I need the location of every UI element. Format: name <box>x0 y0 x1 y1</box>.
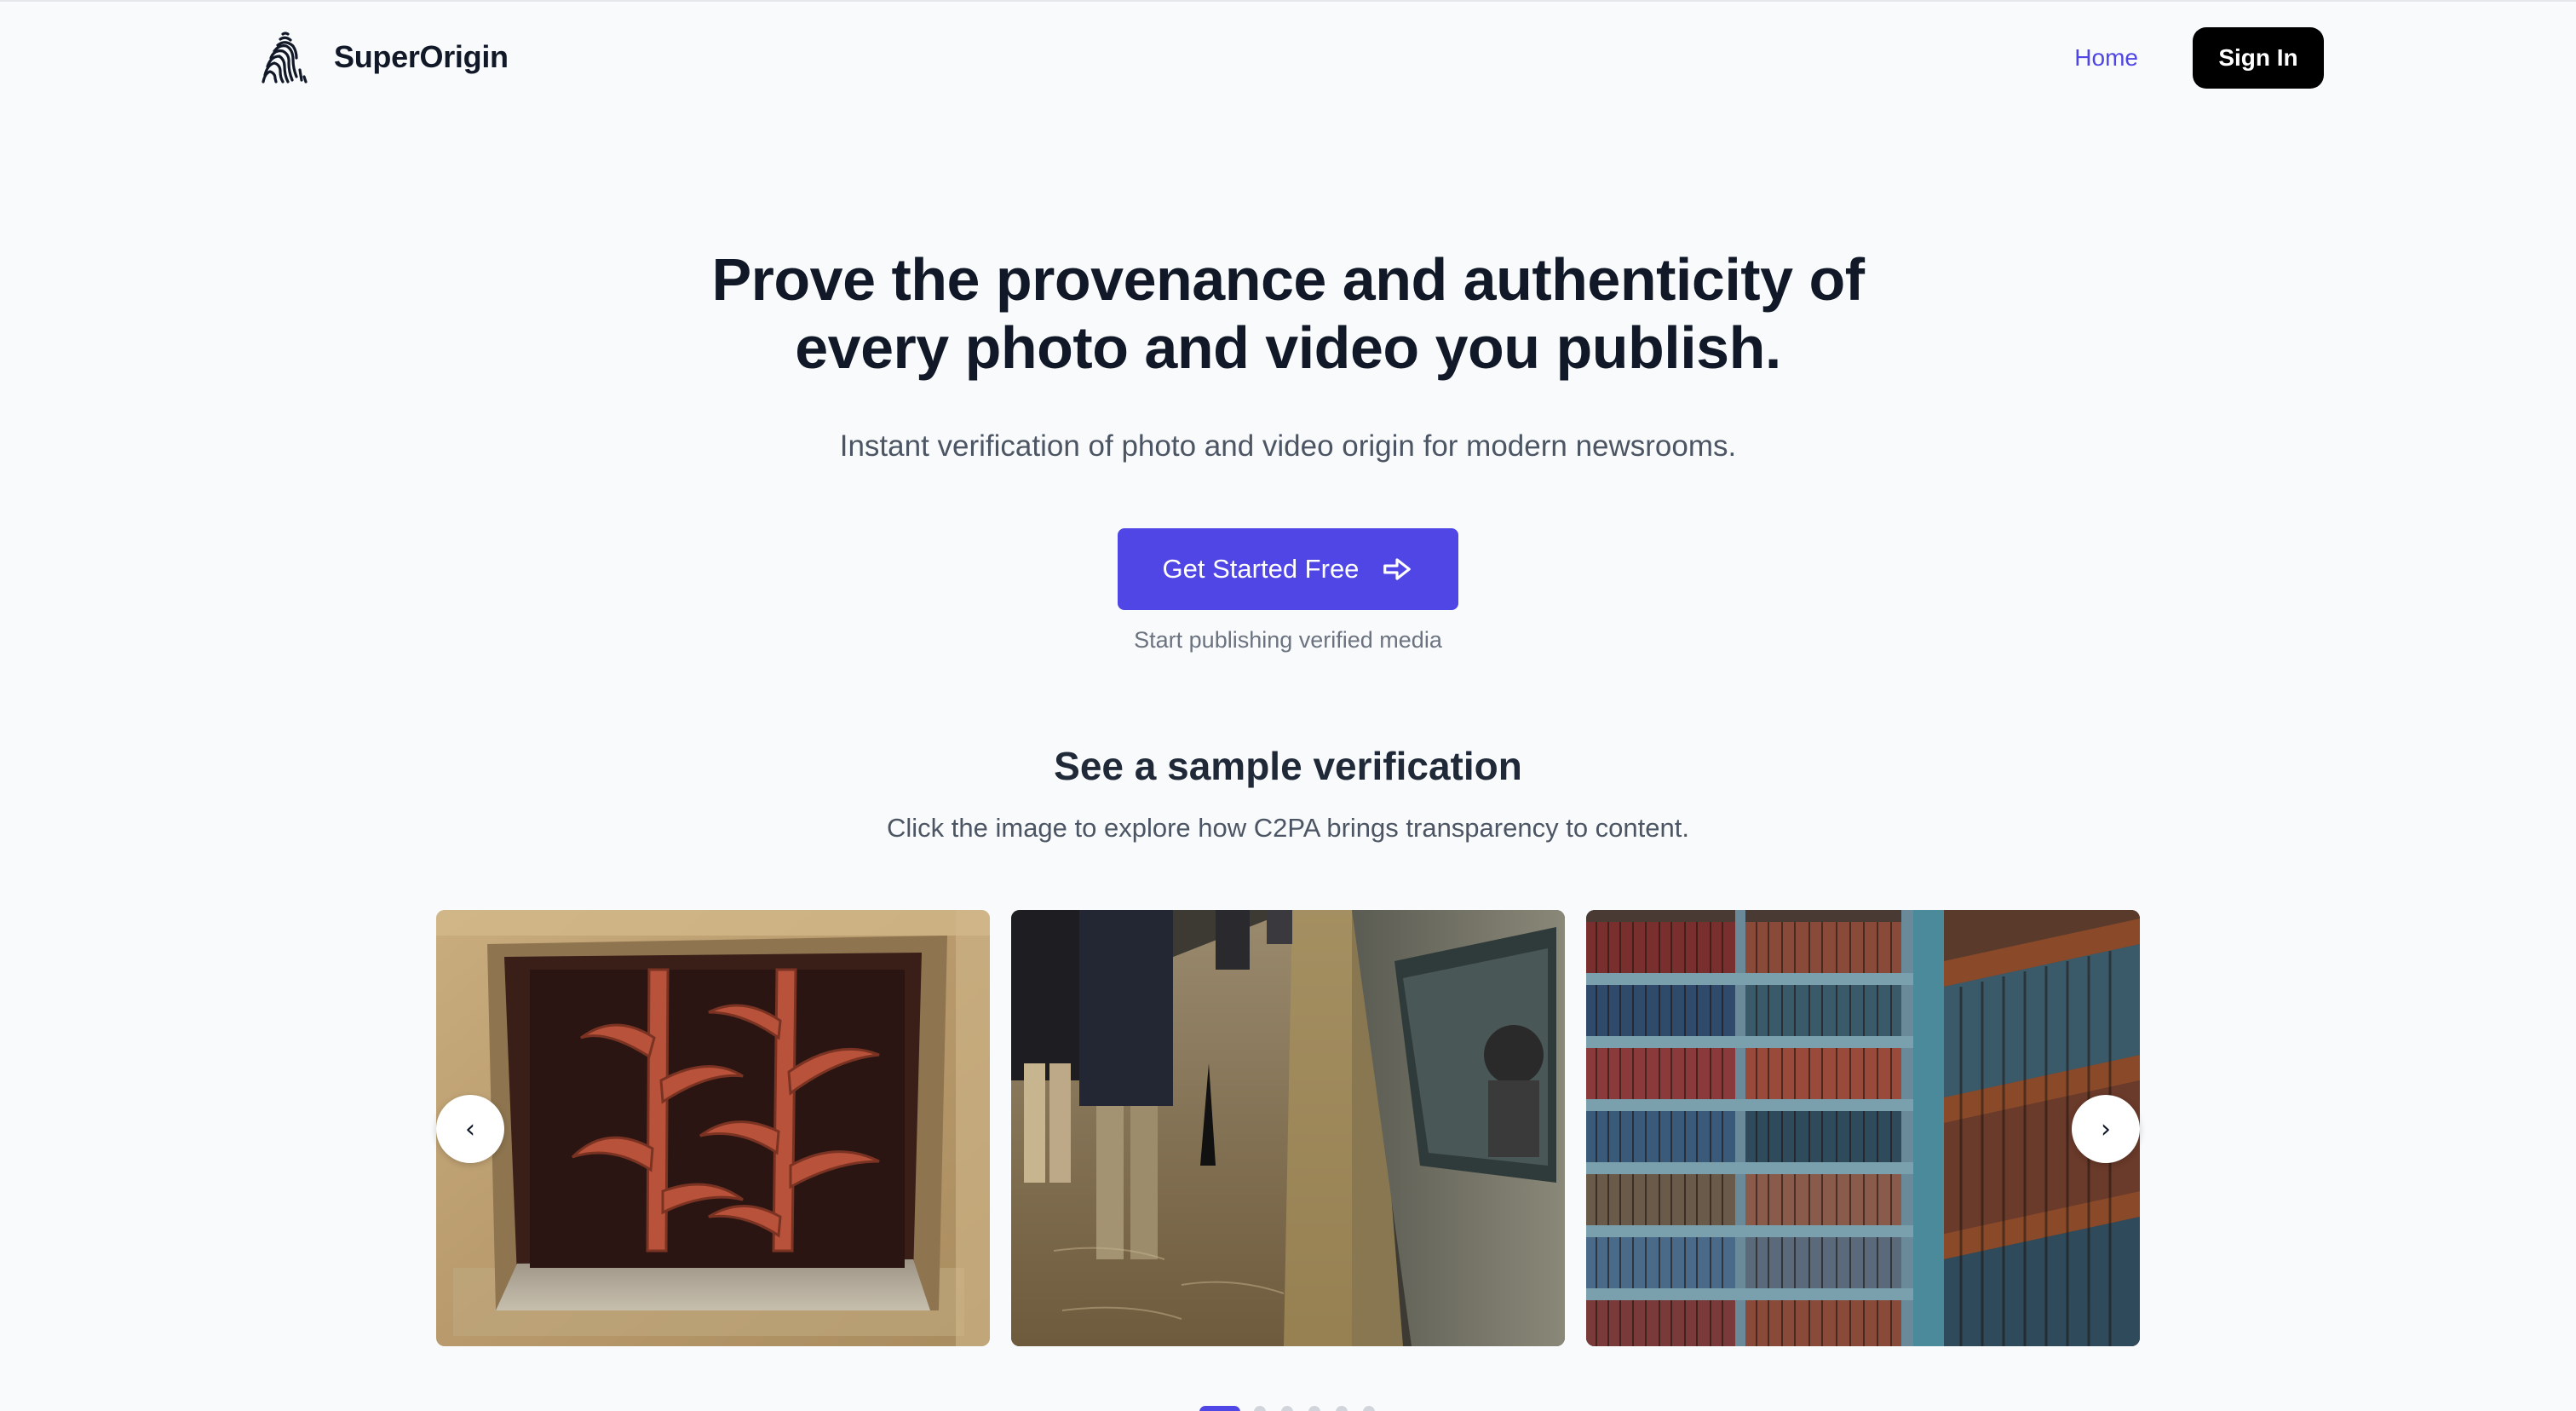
sample-section-title: See a sample verification <box>1054 744 1522 788</box>
site-header: SuperOrigin Home Sign In <box>0 2 2576 112</box>
carousel-prev-button[interactable]: ‹ <box>436 1095 504 1163</box>
sample-image-window-grate[interactable] <box>436 910 990 1346</box>
arrow-right-icon <box>1383 558 1412 580</box>
brand[interactable]: SuperOrigin <box>257 27 509 87</box>
window-grate-image <box>436 910 990 1346</box>
page: SuperOrigin Home Sign In Prove the prove… <box>0 0 2576 1411</box>
library-image <box>1586 910 2140 1346</box>
carousel-next-button[interactable]: › <box>2072 1095 2140 1163</box>
hero-title-line-2: every photo and video you publish. <box>795 314 1781 381</box>
main-nav: Home Sign In <box>2074 27 2324 89</box>
hero-subtitle: Instant verification of photo and video … <box>839 429 1737 463</box>
sign-in-button[interactable]: Sign In <box>2193 27 2324 89</box>
nav-home-link[interactable]: Home <box>2074 44 2138 72</box>
cta-note: Start publishing verified media <box>1134 627 1442 653</box>
carousel-dot[interactable] <box>1308 1406 1320 1411</box>
sample-section-subtitle: Click the image to explore how C2PA brin… <box>887 813 1689 843</box>
carousel-dot[interactable] <box>1336 1406 1348 1411</box>
carousel-pagination <box>1199 1406 1390 1411</box>
sample-carousel: ‹ › <box>436 910 2140 1346</box>
sample-image-flooded-subway[interactable] <box>1011 910 1565 1346</box>
flooded-subway-image <box>1011 910 1565 1346</box>
sample-image-library[interactable] <box>1586 910 2140 1346</box>
carousel-dot[interactable] <box>1254 1406 1266 1411</box>
get-started-button[interactable]: Get Started Free <box>1118 528 1458 610</box>
brand-name: SuperOrigin <box>334 39 509 74</box>
hero-title: Prove the provenance and authenticity of… <box>0 245 2576 382</box>
hero-title-line-1: Prove the provenance and authenticity of <box>711 246 1865 313</box>
carousel-dot[interactable] <box>1363 1406 1375 1411</box>
get-started-label: Get Started Free <box>1162 554 1360 584</box>
carousel-dot[interactable] <box>1199 1406 1240 1411</box>
carousel-dot[interactable] <box>1281 1406 1293 1411</box>
fingerprint-icon <box>262 32 308 84</box>
